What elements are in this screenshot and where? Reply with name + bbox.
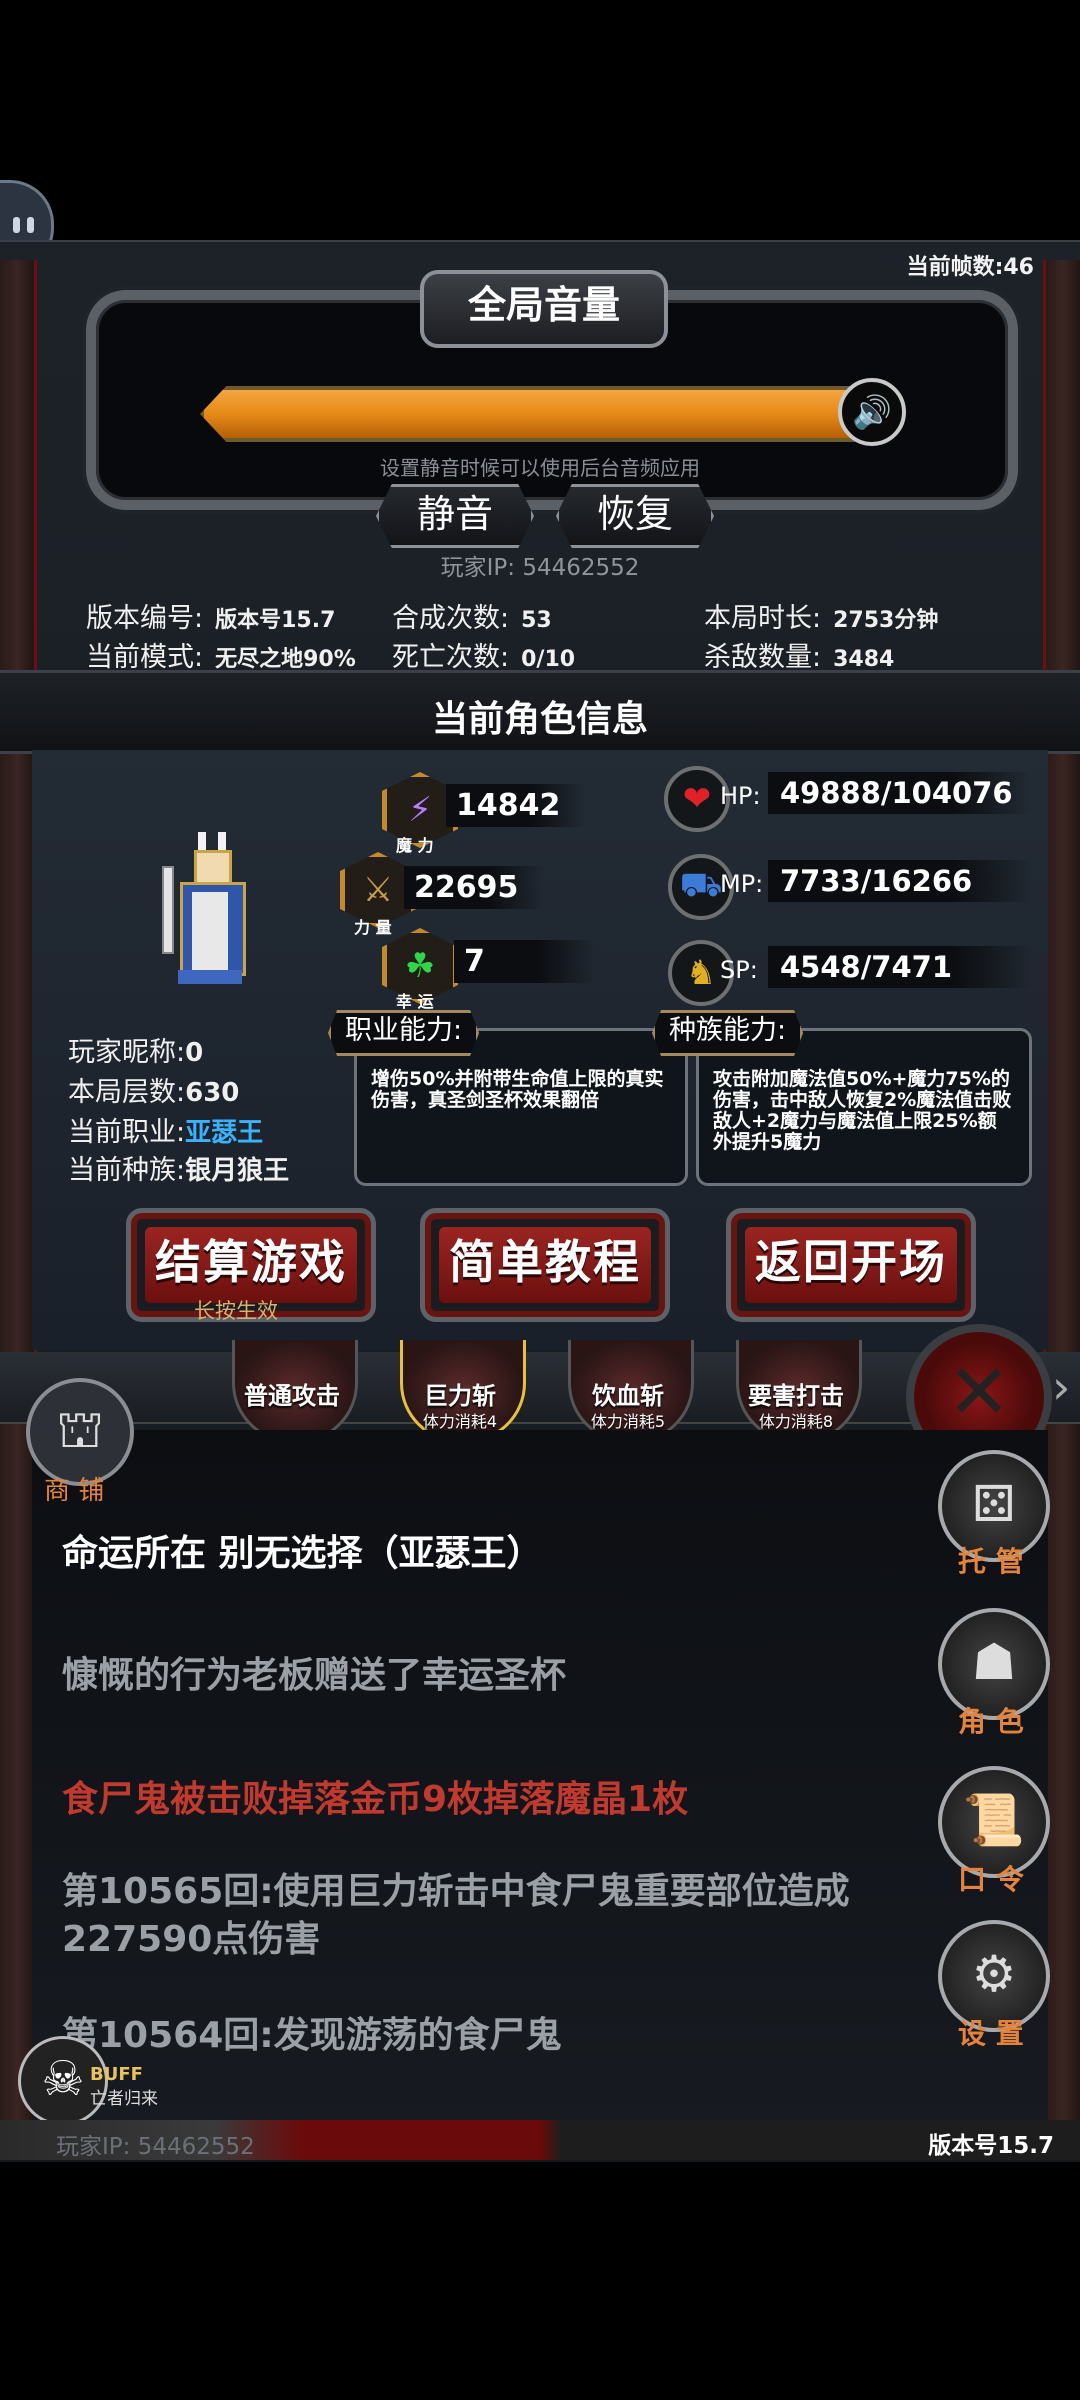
settings-label: 设 置	[958, 2017, 1024, 2050]
player-ip: 玩家IP: 54462552	[440, 555, 640, 581]
tutorial-label: 简单教程	[439, 1227, 651, 1303]
race-ability-text: 攻击附加魔法值50%+魔力75%的伤害，击中敌人恢复2%魔法值击败敌人+2魔力与…	[713, 1068, 1012, 1153]
eye-icon	[13, 217, 20, 233]
character-sprite	[150, 832, 270, 992]
volume-hint: 设置静音时候可以使用后台音频应用	[380, 456, 700, 480]
skill-power-slash[interactable]: 巨力斩 体力消耗4	[390, 1340, 530, 1443]
long-press-note: 长按生效	[194, 1299, 278, 1323]
nickname-row: 玩家昵称:0	[68, 1037, 204, 1068]
chevron-right-icon[interactable]: ›	[1052, 1360, 1070, 1414]
hp-value: 49888/104076	[768, 772, 1032, 814]
fps-counter: 当前帧数:46	[906, 255, 1034, 280]
race-ability-title: 种族能力:	[652, 1010, 804, 1056]
sp-value: 4548/7471	[768, 946, 1032, 988]
mute-button[interactable]: 静音	[376, 484, 534, 548]
luck-caption: 幸 运	[396, 992, 434, 1011]
class-row: 当前职业:亚瑟王	[68, 1117, 264, 1148]
shop-label: 商 铺	[44, 1476, 105, 1506]
buff-subtitle: 亡者归来	[90, 2089, 158, 2109]
hp-label: HP:	[720, 782, 761, 810]
return-start-label: 返回开场	[745, 1227, 957, 1303]
code-label: 口 令	[958, 1863, 1024, 1896]
mp-value: 7733/16266	[768, 860, 1032, 902]
death-count: 死亡次数: 0/10	[392, 642, 576, 673]
skill-vital-strike[interactable]: 要害打击 体力消耗8	[726, 1340, 866, 1443]
skill-blood-slash[interactable]: 饮血斩 体力消耗5	[558, 1340, 698, 1443]
log-entry: 食尸鬼被击败掉落金币9枚掉落魔晶1枚	[62, 1779, 689, 1820]
class-ability-title: 职业能力:	[328, 1010, 480, 1056]
return-start-button[interactable]: 返回开场	[726, 1208, 976, 1322]
log-entry: 慷慨的行为老板赠送了幸运圣杯	[62, 1655, 567, 1696]
speaker-icon[interactable]: 🔊	[838, 378, 906, 446]
log-entry: 第10565回:使用巨力斩击中食尸鬼重要部位造成227590点伤害	[62, 1871, 850, 1960]
strength-value: 22695	[404, 866, 544, 909]
mode-info: 当前模式: 无尽之地90%	[86, 642, 356, 673]
magic-caption: 魔 力	[396, 836, 434, 855]
eye-icon	[27, 217, 34, 233]
tutorial-button[interactable]: 简单教程	[420, 1208, 670, 1322]
footer-player-ip: 玩家IP: 54462552	[56, 2134, 255, 2160]
session-duration: 本局时长: 2753分钟	[704, 603, 939, 634]
race-row: 当前种族:银月狼王	[68, 1155, 290, 1186]
volume-slider[interactable]	[200, 386, 858, 442]
log-entry: 第10564回:发现游荡的食尸鬼	[62, 2015, 562, 2056]
version-info: 版本编号: 版本号15.7	[86, 603, 336, 634]
craft-count: 合成次数: 53	[392, 603, 552, 634]
settle-game-label: 结算游戏	[145, 1227, 357, 1303]
skill-normal-attack[interactable]: 普通攻击	[222, 1340, 362, 1443]
buff-title: BUFF	[90, 2064, 143, 2085]
footer-version: 版本号15.7	[928, 2133, 1054, 2159]
magic-value: 14842	[446, 784, 586, 827]
auto-play-label: 托 管	[958, 1545, 1024, 1578]
restore-button[interactable]: 恢复	[556, 484, 714, 548]
character-section-title: 当前角色信息	[431, 699, 648, 740]
volume-title: 全局音量	[420, 270, 668, 348]
class-ability-text: 增伤50%并附带生命值上限的真实伤害，真圣剑圣杯效果翻倍	[371, 1068, 664, 1111]
floor-row: 本局层数:630	[68, 1077, 240, 1108]
strength-caption: 力 量	[354, 918, 392, 937]
mp-label: MP:	[720, 870, 764, 898]
sp-label: SP:	[720, 956, 758, 984]
role-label: 角 色	[958, 1705, 1024, 1738]
log-entry: 命运所在 别无选择（亚瑟王）	[62, 1533, 543, 1574]
luck-value: 7	[454, 940, 594, 983]
frame-right-border	[1043, 260, 1080, 2150]
kill-count: 杀敌数量: 3484	[704, 642, 895, 673]
